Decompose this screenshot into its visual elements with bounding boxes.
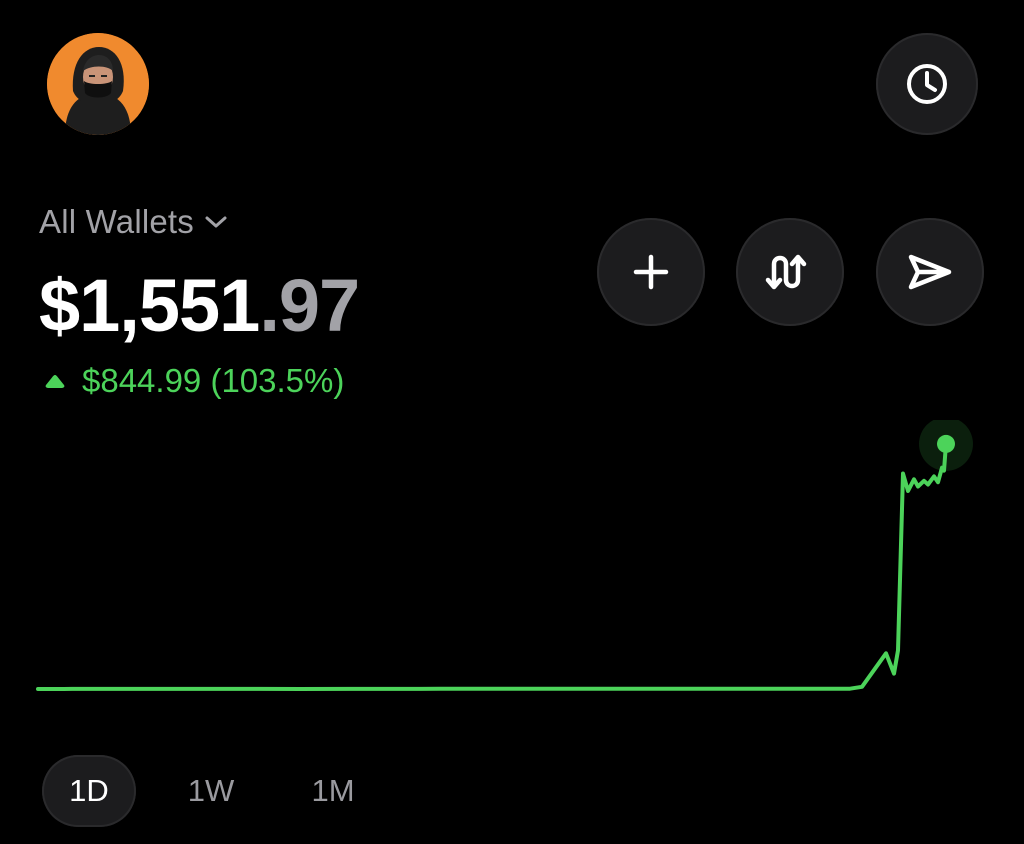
range-tabs: 1D 1W 1M — [42, 755, 408, 827]
balance-chart — [36, 420, 973, 691]
clock-icon — [907, 64, 947, 104]
hooded-figure-avatar-icon — [47, 33, 149, 135]
send-button[interactable] — [876, 218, 984, 326]
balance-change-text: $844.99 (103.5%) — [82, 362, 345, 399]
chart-current-point — [937, 434, 955, 453]
total-balance: $1,551.97 — [39, 262, 360, 350]
wallet-selector[interactable]: All Wallets — [39, 203, 228, 241]
send-icon — [908, 254, 952, 290]
add-button[interactable] — [597, 218, 705, 326]
balance-main: $1,551 — [39, 264, 260, 347]
balance-change: $844.99 (103.5%) — [44, 362, 344, 400]
balance-cents: .97 — [259, 264, 360, 347]
chart-series-line — [36, 441, 948, 691]
up-triangle-icon — [45, 375, 65, 388]
wallet-selector-label: All Wallets — [39, 203, 195, 240]
tab-1d[interactable]: 1D — [42, 755, 136, 827]
plus-icon — [633, 254, 669, 290]
swap-button[interactable] — [736, 218, 844, 326]
history-button[interactable] — [876, 33, 978, 135]
chevron-down-icon — [205, 216, 227, 228]
tab-1w[interactable]: 1W — [164, 755, 258, 827]
tab-1m[interactable]: 1M — [286, 755, 380, 827]
swap-arrows-icon — [765, 254, 807, 290]
avatar[interactable] — [47, 33, 149, 135]
